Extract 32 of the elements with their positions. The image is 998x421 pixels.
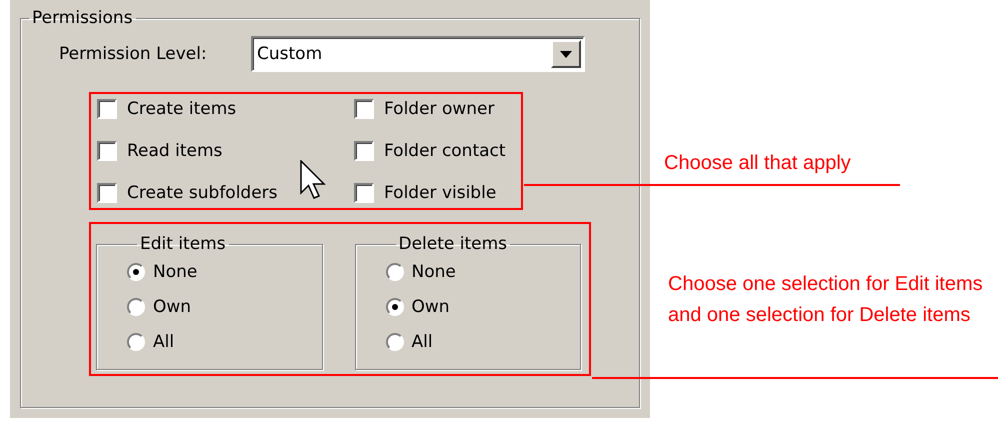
checkbox[interactable] [354,141,374,161]
radio-label: None [412,262,456,282]
radio-label: Own [153,296,192,316]
checkbox[interactable] [97,183,117,203]
permission-level-dropdown[interactable]: Custom [251,36,585,72]
group-title: Edit items [139,234,227,254]
checkbox[interactable] [354,183,374,203]
radio-button[interactable] [386,262,404,280]
radio-label: Own [412,296,450,316]
checkbox[interactable] [354,99,374,119]
field-label: Permission Level: [59,44,208,64]
checkbox[interactable] [97,99,117,119]
checkbox-label: Folder owner [384,99,494,119]
radio-label: None [153,262,198,282]
radio-button[interactable] [127,332,145,350]
checkbox[interactable] [97,141,117,161]
radio-label: All [412,332,433,352]
radio-button[interactable] [127,298,145,316]
radio-label: All [153,332,174,352]
radio-button[interactable] [386,332,404,350]
annotation-text: Choose all that apply [664,151,851,176]
group-title: Permissions [31,8,134,28]
annotation-text: Choose one selection for Edit items and one selection for Delete items [668,272,984,328]
cursor-icon [300,160,326,200]
checkbox-label: Read items [127,141,222,161]
checkbox-label: Create subfolders [127,183,278,203]
radio-button[interactable] [386,298,404,316]
radio-button[interactable] [127,262,145,280]
checkbox-label: Folder contact [384,141,506,161]
checkbox-label: Folder visible [384,183,496,203]
group-title: Delete items [398,234,508,254]
checkbox-label: Create items [127,99,236,119]
